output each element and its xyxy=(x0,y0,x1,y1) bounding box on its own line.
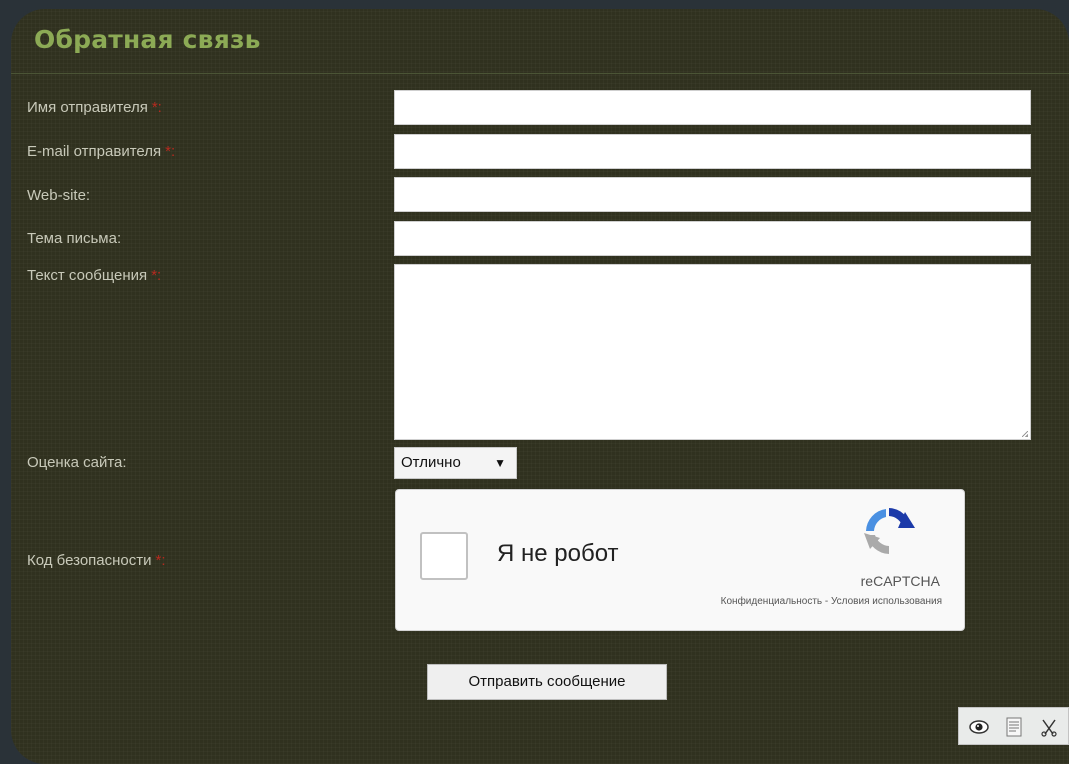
rating-selected-value: Отлично xyxy=(401,454,461,471)
title-divider xyxy=(11,73,1069,74)
sender-email-label: E-mail отправителя *: xyxy=(27,143,175,160)
recaptcha-logo-icon xyxy=(864,508,915,554)
subject-input[interactable] xyxy=(394,221,1031,256)
subject-label: Тема письма: xyxy=(27,230,122,247)
page-title: Обратная связь xyxy=(34,25,261,54)
sender-email-label-text: E-mail отправителя xyxy=(27,143,162,160)
document-icon[interactable] xyxy=(1002,715,1026,739)
recaptcha-checkbox[interactable] xyxy=(420,532,468,580)
sender-name-input[interactable] xyxy=(394,90,1031,125)
rating-select[interactable]: Отлично ▼ xyxy=(394,447,517,479)
rating-label: Оценка сайта: xyxy=(27,454,127,471)
recaptcha-widget: Я не робот reCAPTCHA Конфиденциальность … xyxy=(395,489,965,631)
eye-icon[interactable] xyxy=(967,715,991,739)
sender-name-label-text: Имя отправителя xyxy=(27,99,148,116)
required-mark: *: xyxy=(151,99,162,116)
website-input[interactable] xyxy=(394,177,1031,212)
message-textarea[interactable] xyxy=(394,264,1031,440)
send-message-button[interactable]: Отправить сообщение xyxy=(427,664,667,700)
security-code-label-text: Код безопасности xyxy=(27,552,152,569)
required-mark: *: xyxy=(151,267,162,284)
required-mark: *: xyxy=(165,143,176,160)
website-label: Web-site: xyxy=(27,187,91,204)
sender-name-label: Имя отправителя *: xyxy=(27,99,162,116)
recaptcha-links[interactable]: Конфиденциальность - Условия использован… xyxy=(721,596,942,607)
scissors-icon[interactable] xyxy=(1037,715,1061,739)
feedback-panel: Обратная связь Имя отправителя *: E-mail … xyxy=(11,9,1069,764)
sender-email-input[interactable] xyxy=(394,134,1031,169)
resize-handle-icon[interactable] xyxy=(1022,431,1028,437)
required-mark: *: xyxy=(155,552,166,569)
recaptcha-brand: reCAPTCHA xyxy=(860,573,940,589)
security-code-label: Код безопасности *: xyxy=(27,552,166,569)
dropdown-arrow-icon: ▼ xyxy=(494,456,506,470)
message-label-text: Текст сообщения xyxy=(27,267,148,284)
message-label: Текст сообщения *: xyxy=(27,267,161,284)
recaptcha-checkbox-label: Я не робот xyxy=(497,540,619,567)
toolbar xyxy=(958,707,1069,745)
